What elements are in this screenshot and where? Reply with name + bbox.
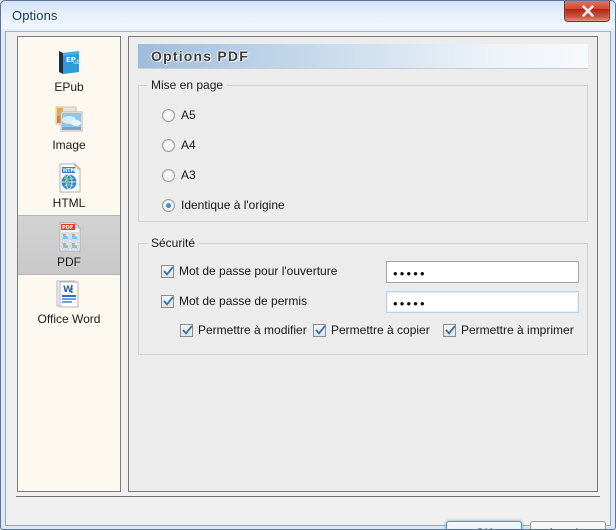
checkbox-indicator: [313, 324, 326, 337]
options-content-panel: Options PDF Mise en page A5 A4 A3 Identi…: [128, 36, 598, 492]
image-photo-icon: [52, 103, 86, 137]
radio-indicator: [162, 199, 175, 212]
radio-indicator: [162, 139, 175, 152]
checkbox-indicator: [180, 324, 193, 337]
svg-text:PDF: PDF: [62, 225, 73, 231]
epub-book-icon: EP ub: [52, 45, 86, 79]
checkbox-label: Mot de passe de permis: [179, 294, 308, 308]
radio-indicator: [162, 109, 175, 122]
checkbox-indicator: [161, 295, 174, 308]
sidebar-item-image[interactable]: Image: [18, 99, 120, 157]
ok-button[interactable]: OK: [446, 521, 522, 529]
security-group-title: Sécurité: [147, 236, 200, 250]
checkbox-label: Permettre à imprimer: [461, 323, 574, 337]
page-title-text: Options PDF: [151, 48, 249, 64]
checkbox-label: Mot de passe pour l'ouverture: [179, 264, 338, 278]
sidebar-item-label: EPub: [54, 80, 84, 94]
checkbox-indicator: [443, 324, 456, 337]
options-dialog-window: Options EP ub EPub Image HTML HTML PDF P…: [0, 0, 616, 530]
cancel-button[interactable]: Annuler: [530, 521, 606, 529]
page-title: Options PDF: [138, 44, 588, 69]
footer-divider: [16, 496, 600, 497]
security-groupbox: Sécurité Mot de passe pour l'ouverture •…: [138, 236, 588, 355]
pdf-file-icon: PDF: [52, 220, 86, 254]
checkbox-label: Permettre à copier: [331, 323, 430, 337]
sidebar-item-html[interactable]: HTML HTML: [18, 157, 120, 215]
radio-label: A5: [181, 108, 196, 122]
radio-label: A4: [181, 138, 196, 152]
sidebar-item-label: Office Word: [37, 312, 101, 326]
layout-group-title: Mise en page: [147, 78, 228, 92]
word-file-icon: W: [52, 277, 86, 311]
title-bar: Options: [1, 1, 615, 32]
checkbox-label: Permettre à modifier: [198, 323, 307, 337]
radio-label: A3: [181, 168, 196, 182]
close-x-glyph: [582, 5, 594, 17]
html-globe-icon: HTML: [52, 161, 86, 195]
radio-indicator: [162, 169, 175, 182]
layout-groupbox: Mise en page A5 A4 A3 Identique à l'orig…: [138, 78, 588, 222]
dialog-client-area: EP ub EPub Image HTML HTML PDF PDF W Off…: [5, 31, 611, 529]
sidebar-item-epub[interactable]: EP ub EPub: [18, 41, 120, 99]
check-glyph: [182, 325, 193, 335]
check-glyph: [163, 266, 174, 276]
sidebar-item-label: HTML: [52, 196, 86, 210]
checkbox-indicator: [161, 265, 174, 278]
sidebar-item-office-word[interactable]: W Office Word: [18, 273, 120, 331]
svg-text:ub: ub: [73, 59, 81, 66]
svg-text:HTML: HTML: [63, 168, 80, 174]
check-glyph: [445, 325, 456, 335]
sidebar-item-label: Image: [52, 138, 86, 152]
open-password-input[interactable]: [386, 261, 579, 283]
format-sidebar[interactable]: EP ub EPub Image HTML HTML PDF PDF W Off…: [17, 36, 121, 492]
close-icon[interactable]: [564, 1, 610, 22]
permissions-password-input[interactable]: [386, 291, 579, 313]
radio-label: Identique à l'origine: [181, 198, 285, 212]
check-glyph: [163, 296, 174, 306]
window-title: Options: [12, 8, 58, 23]
sidebar-item-pdf[interactable]: PDF PDF: [18, 215, 120, 275]
sidebar-item-label: PDF: [57, 255, 81, 269]
check-glyph: [315, 325, 326, 335]
